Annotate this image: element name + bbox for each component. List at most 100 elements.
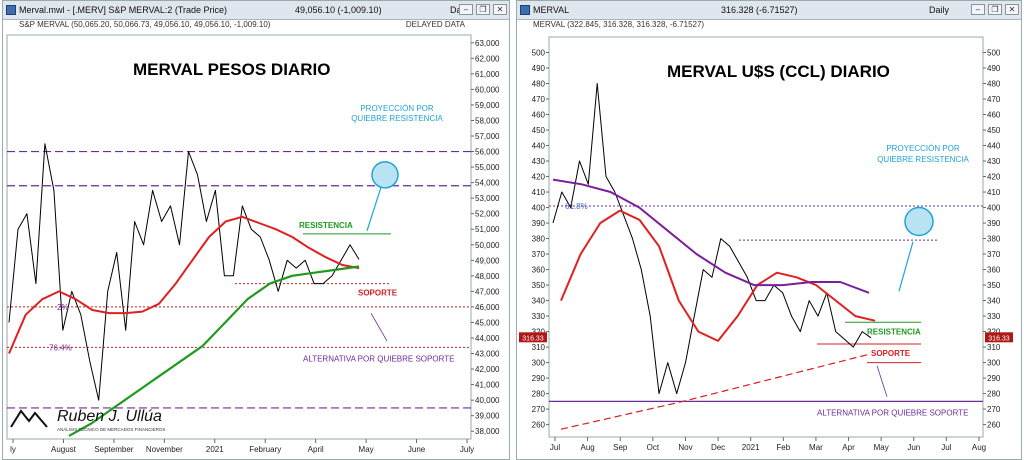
projection-label-line1: PROYECCIÓN POR [360, 104, 434, 113]
y-tick-label: 40,000 [475, 396, 500, 405]
y-tick-label: 57,000 [475, 132, 500, 141]
y-tick-label: 340 [532, 297, 546, 306]
x-tick-label: 2021 [206, 445, 224, 454]
y-tick-label: 300 [532, 359, 546, 368]
y-tick-label: 400 [532, 204, 546, 213]
y-tick-label: 360 [532, 266, 546, 275]
restore-button[interactable]: ❐ [476, 4, 490, 15]
y-tick-label: 460 [987, 111, 1001, 120]
soporte-label: SOPORTE [871, 349, 911, 358]
y-tick-label: 390 [987, 219, 1001, 228]
y-tick-label: 310 [987, 343, 1001, 352]
y-tick-label: 53,000 [475, 194, 500, 203]
y-tick-label: 390 [532, 219, 546, 228]
right-window-period: Daily [929, 5, 950, 15]
y-tick-label: 410 [532, 188, 546, 197]
x-tick-label: Feb [776, 443, 790, 452]
projection-label-line2: QUIEBRE RESISTENCIA [351, 114, 443, 123]
chart-title: MERVAL PESOS DIARIO [133, 60, 330, 79]
y-tick-label: 480 [987, 80, 1001, 89]
y-tick-label: 460 [532, 111, 546, 120]
y-tick-label: 63,000 [475, 39, 500, 48]
x-tick-label: Aug [972, 443, 986, 452]
fib-2-label: 2% [57, 303, 69, 312]
y-tick-label: 60,000 [475, 85, 500, 94]
y-tick-label: 39,000 [475, 412, 500, 421]
y-tick-label: 420 [987, 173, 1001, 182]
y-tick-label: 46,000 [475, 303, 500, 312]
y-tick-label: 54,000 [475, 179, 500, 188]
minimize-button[interactable]: – [459, 4, 473, 15]
left-chart-svg[interactable]: 38,000 39,000 40,000 41,000 42,000 43,000 44,0… [3, 31, 509, 459]
right-info-text: MERVAL (322.845, 316.328, 316.328, -6.71… [533, 20, 705, 29]
y-tick-label: 52,000 [475, 210, 500, 219]
close-button[interactable]: ✕ [1005, 4, 1019, 15]
x-tick-label: Aug [580, 443, 594, 452]
x-tick-label: February [249, 445, 281, 454]
y-tick-label: 48,000 [475, 272, 500, 281]
y-tick-label: 450 [532, 126, 546, 135]
y-tick-label: 440 [987, 142, 1001, 151]
x-tick-label: Jun [907, 443, 920, 452]
restore-button[interactable]: ❐ [988, 4, 1002, 15]
right-info-bar: MERVAL (322.845, 316.328, 316.328, -6.71… [517, 19, 1021, 31]
y-tick-label: 500 [987, 49, 1001, 58]
y-tick-label: 280 [532, 390, 546, 399]
y-tick-label: 290 [987, 374, 1001, 383]
x-tick-label: June [408, 445, 426, 454]
x-tick-label: Oct [647, 443, 660, 452]
y-tick-label: 490 [987, 64, 1001, 73]
y-tick-label: 260 [532, 421, 546, 430]
resistencia-label: RESISTENCIA [867, 327, 921, 336]
y-tick-label: 430 [987, 157, 1001, 166]
right-chart-window[interactable]: MERVAL 316.328 (-6.71527) Daily – ❐ ✕ ME… [516, 0, 1022, 460]
projection-label-line2: QUIEBRE RESISTENCIA [877, 155, 969, 164]
fib-61-label: 61.8% [565, 202, 588, 211]
y-tick-label: 490 [532, 64, 546, 73]
x-tick-label: November [146, 445, 183, 454]
chart-window-icon [6, 5, 16, 15]
y-tick-label: 50,000 [475, 241, 500, 250]
delayed-data-label: DELAYED DATA [405, 20, 465, 29]
x-tick-label: May [874, 443, 889, 452]
y-tick-label: 500 [532, 49, 546, 58]
y-tick-label: 270 [987, 405, 1001, 414]
y-tick-label: 450 [987, 126, 1001, 135]
projection-label-line1: PROYECCIÓN POR [886, 144, 960, 153]
alternativa-label: ALTERNATIVA POR QUIEBRE SOPORTE [817, 408, 968, 417]
y-tick-label: 420 [532, 173, 546, 182]
left-window-title: Merval.mwl - [.MERV] S&P MERVAL:2 (Trade… [19, 5, 228, 15]
chart-title: MERVAL U$S (CCL) DIARIO [667, 62, 890, 81]
y-tick-label: 49,000 [475, 256, 500, 265]
close-button[interactable]: ✕ [493, 4, 507, 15]
x-tick-label: September [94, 445, 133, 454]
y-tick-label: 300 [987, 359, 1001, 368]
chart-window-icon [520, 5, 530, 15]
x-tick-label: Jul [941, 443, 951, 452]
left-info-text: S&P MERVAL (50,065.20, 50,066.73, 49,056… [19, 20, 271, 29]
alternativa-label: ALTERNATIVA POR QUIEBRE SOPORTE [303, 354, 454, 363]
left-info-bar: S&P MERVAL (50,065.20, 50,066.73, 49,056… [3, 19, 509, 31]
x-tick-label: 2021 [742, 443, 760, 452]
y-tick-label: 370 [987, 250, 1001, 259]
y-tick-label: 59,000 [475, 101, 500, 110]
left-chart-window[interactable]: Merval.mwl - [.MERV] S&P MERVAL:2 (Trade… [2, 0, 510, 460]
plot-area [548, 36, 984, 438]
y-tick-label: 38,000 [475, 427, 500, 436]
logo-name: Ruben J. Ullúa [57, 408, 162, 425]
right-window-titlebar[interactable]: MERVAL 316.328 (-6.71527) Daily – ❐ ✕ [517, 1, 1021, 20]
y-tick-label: 350 [987, 281, 1001, 290]
fib-76-label: 76.4% [49, 343, 72, 352]
logo-subtitle: ANÁLISIS TÉCNICO DE MERCADOS FINANCIEROS [57, 426, 165, 432]
x-tick-label: Mar [809, 443, 823, 452]
right-chart-svg[interactable]: 2602602702702802802902903003003103103203… [517, 31, 1021, 459]
y-tick-label: 44,000 [475, 334, 500, 343]
x-tick-label: Dec [711, 443, 725, 452]
x-tick-label: May [359, 445, 374, 454]
left-window-value: 49,056.10 (-1,009.10) [295, 5, 382, 15]
left-window-titlebar[interactable]: Merval.mwl - [.MERV] S&P MERVAL:2 (Trade… [3, 1, 509, 20]
y-tick-label: 280 [987, 390, 1001, 399]
minimize-button[interactable]: – [971, 4, 985, 15]
y-tick-label: 260 [987, 421, 1001, 430]
y-tick-label: 42,000 [475, 365, 500, 374]
